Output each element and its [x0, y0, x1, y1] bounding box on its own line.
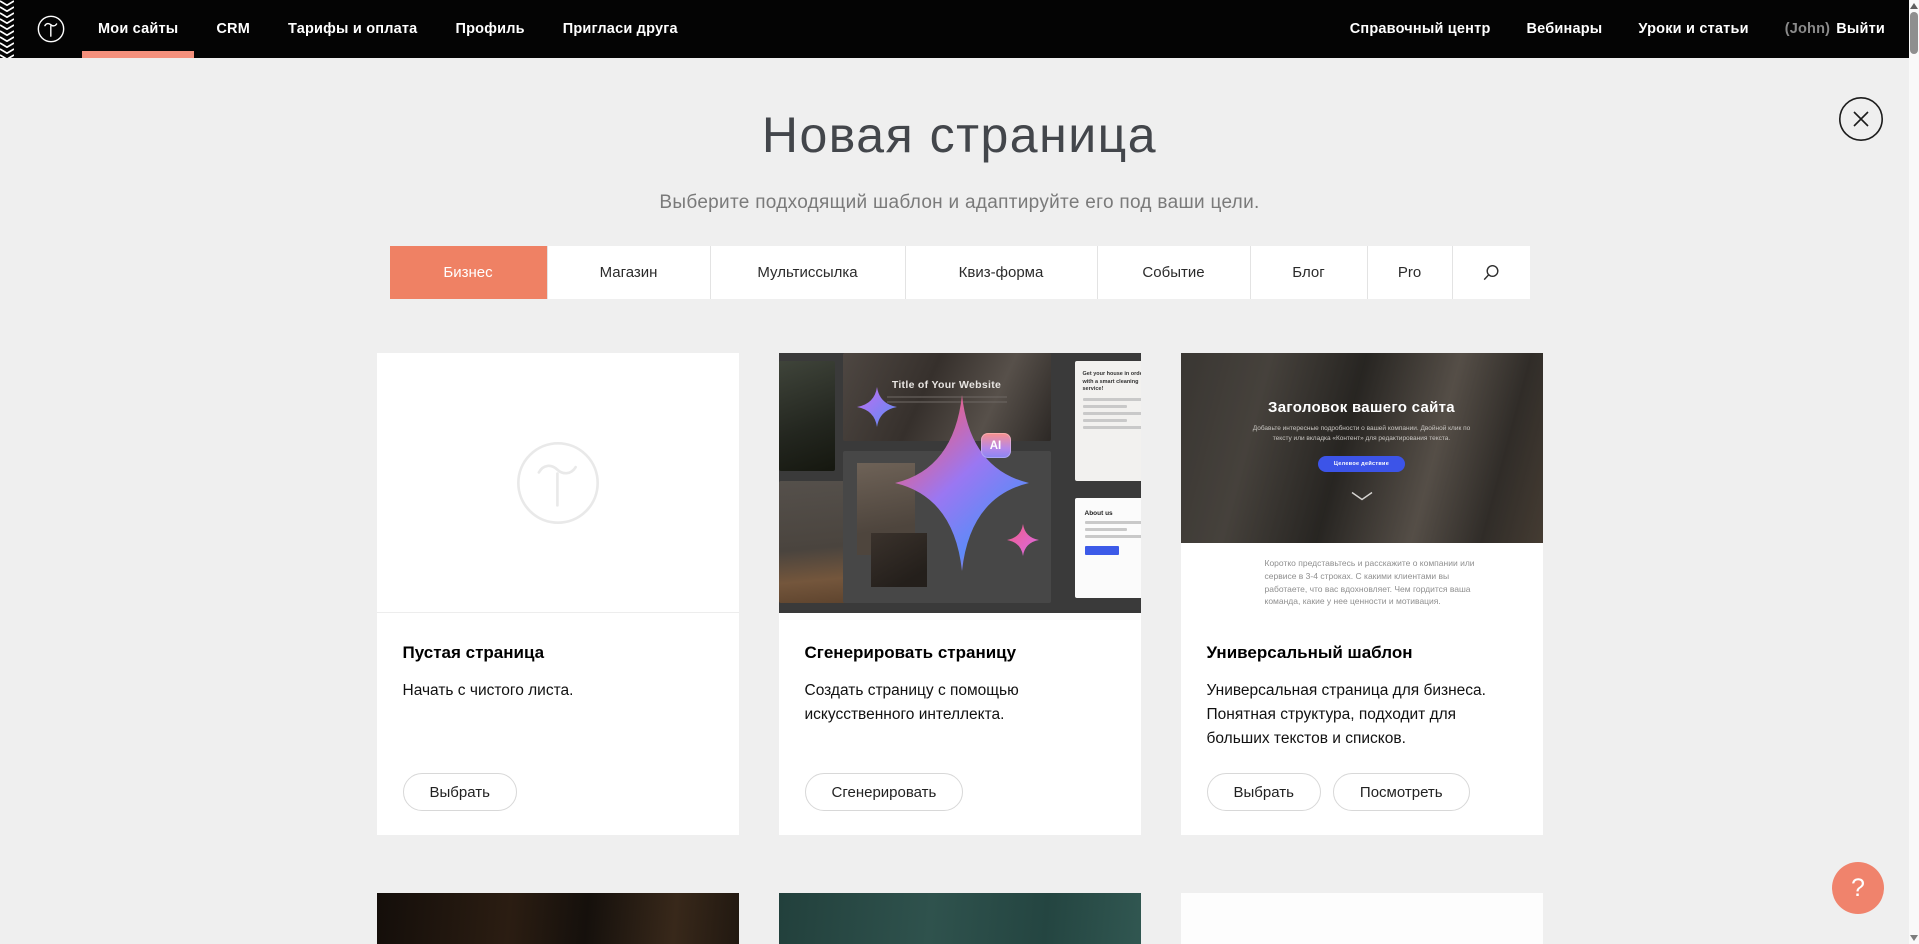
page-subtitle: Выберите подходящий шаблон и адаптируйте… — [0, 192, 1919, 214]
template-preview[interactable] — [779, 893, 1141, 944]
preview-mini-button — [1085, 546, 1119, 555]
preview-photo-tile — [779, 361, 835, 471]
ai-template-preview[interactable]: Title of Your Website Get your house in … — [779, 353, 1141, 613]
chevron-down-icon — [1181, 488, 1543, 506]
preview-about-tile: About us — [1075, 498, 1141, 598]
help-button[interactable]: ? — [1832, 862, 1884, 914]
scrollbar-thumb[interactable] — [1910, 12, 1918, 54]
nav-lessons[interactable]: Уроки и статьи — [1636, 0, 1750, 58]
template-preview[interactable] — [377, 893, 739, 944]
scrollbar[interactable] — [1909, 0, 1919, 944]
scroll-down-arrow-icon[interactable] — [1910, 935, 1918, 941]
choose-button[interactable]: Выбрать — [1207, 773, 1321, 811]
template-grid: Пустая страница Начать с чистого листа. … — [377, 353, 1543, 944]
page-title: Новая страница — [0, 106, 1919, 164]
card-title: Сгенерировать страницу — [805, 643, 1115, 663]
preview-photo-tile — [779, 481, 853, 603]
new-page-dialog: Новая страница Выберите подходящий шабло… — [0, 106, 1919, 944]
nav-invite-friend[interactable]: Пригласи друга — [561, 0, 680, 58]
nav-username: (John) — [1785, 21, 1831, 37]
nav-logout-label: Выйти — [1836, 21, 1885, 37]
template-card-partial — [1181, 893, 1543, 944]
tab-shop[interactable]: Магазин — [547, 246, 710, 299]
blank-template-preview[interactable] — [377, 353, 739, 613]
card-title: Универсальный шаблон — [1207, 643, 1517, 663]
tab-pro[interactable]: Pro — [1367, 246, 1452, 299]
tilda-watermark-icon — [511, 436, 605, 530]
tab-event[interactable]: Событие — [1097, 246, 1250, 299]
preview-heading: Заголовок вашего сайта — [1181, 399, 1543, 416]
zigzag-decoration-icon — [0, 0, 14, 58]
nav-my-sites[interactable]: Мои сайты — [96, 0, 180, 58]
template-card-ai-generate: Title of Your Website Get your house in … — [779, 353, 1141, 835]
nav-logout[interactable]: (John) Выйти — [1783, 0, 1887, 58]
card-description: Универсальная страница для бизнеса. Поня… — [1207, 679, 1517, 751]
template-category-tabs: Бизнес Магазин Мультиссылка Квиз-форма С… — [390, 246, 1530, 299]
tilda-logo-icon[interactable] — [36, 0, 66, 58]
tab-search[interactable] — [1452, 246, 1530, 299]
template-card-universal: Заголовок вашего сайта Добавьте интересн… — [1181, 353, 1543, 835]
nav-webinars[interactable]: Вебинары — [1525, 0, 1605, 58]
generate-button[interactable]: Сгенерировать — [805, 773, 964, 811]
main-nav: Мои сайты CRM Тарифы и оплата Профиль Пр… — [96, 0, 680, 58]
template-card-partial — [779, 893, 1141, 944]
card-description: Начать с чистого листа. — [403, 679, 713, 703]
card-title: Пустая страница — [403, 643, 713, 663]
sparkle-icon — [857, 381, 897, 433]
secondary-nav: Справочный центр Вебинары Уроки и статьи… — [1348, 0, 1887, 58]
close-icon — [1838, 96, 1884, 142]
view-button[interactable]: Посмотреть — [1333, 773, 1470, 811]
sparkle-icon — [1007, 519, 1039, 561]
template-preview[interactable] — [1181, 893, 1543, 944]
scroll-up-arrow-icon[interactable] — [1910, 3, 1918, 9]
card-description: Создать страницу с помощью искусственног… — [805, 679, 1115, 727]
nav-pricing[interactable]: Тарифы и оплата — [286, 0, 419, 58]
template-card-partial — [377, 893, 739, 944]
tab-business[interactable]: Бизнес — [390, 246, 547, 299]
search-icon — [1481, 263, 1501, 283]
preview-subheading: Добавьте интересные подробности о вашей … — [1247, 424, 1477, 444]
nav-help-center[interactable]: Справочный центр — [1348, 0, 1493, 58]
preview-cta-button: Целевое действие — [1318, 456, 1405, 472]
tab-multilink[interactable]: Мультиссылка — [710, 246, 905, 299]
nav-profile[interactable]: Профиль — [453, 0, 526, 58]
help-icon: ? — [1851, 874, 1865, 902]
top-navbar: Мои сайты CRM Тарифы и оплата Профиль Пр… — [0, 0, 1919, 58]
close-button[interactable] — [1838, 96, 1884, 142]
template-card-blank: Пустая страница Начать с чистого листа. … — [377, 353, 739, 835]
preview-hero: Заголовок вашего сайта Добавьте интересн… — [1181, 353, 1543, 543]
nav-crm[interactable]: CRM — [214, 0, 252, 58]
preview-paragraph: Коротко представьтесь и расскажите о ком… — [1181, 543, 1481, 612]
tab-quiz-form[interactable]: Квиз-форма — [905, 246, 1097, 299]
ai-badge: AI — [981, 433, 1011, 458]
universal-template-preview[interactable]: Заголовок вашего сайта Добавьте интересн… — [1181, 353, 1543, 613]
preview-text-tile: Get your house in order with a smart cle… — [1075, 361, 1141, 481]
tab-blog[interactable]: Блог — [1250, 246, 1367, 299]
choose-button[interactable]: Выбрать — [403, 773, 517, 811]
